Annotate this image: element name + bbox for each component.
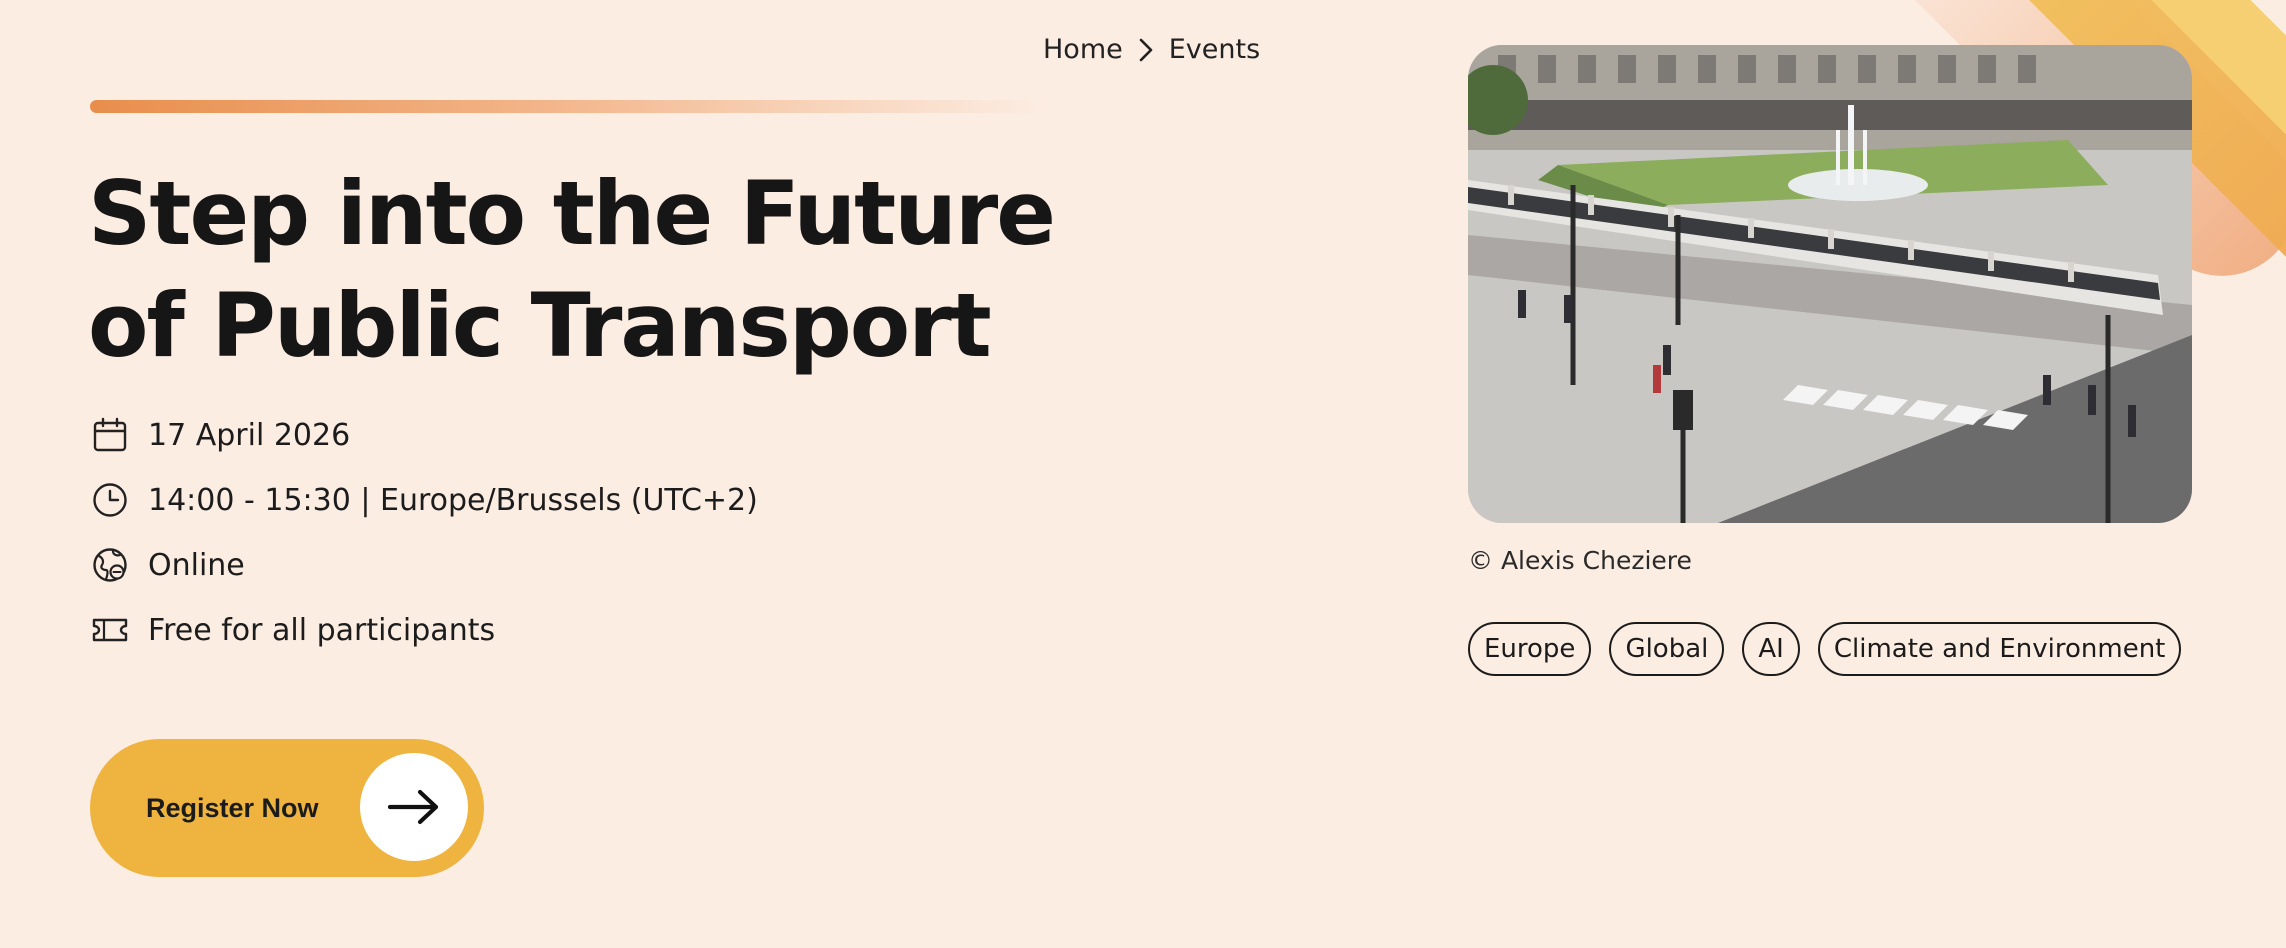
calendar-icon (90, 415, 130, 455)
page-title-line2: of Public Transport (88, 274, 992, 377)
tag-climate-and-environment[interactable]: Climate and Environment (1817, 622, 2182, 676)
event-location-text: Online (148, 547, 245, 583)
page-title: Step into the Future of Public Transport (88, 158, 1138, 382)
register-now-button[interactable]: Register Now (90, 739, 484, 877)
topic-tags: Europe Global AI Climate and Environment (1468, 622, 2182, 676)
ticket-icon (90, 610, 130, 650)
page-title-line1: Step into the Future (88, 162, 1056, 265)
clock-icon (90, 480, 130, 520)
event-time-text: 14:00 - 15:30 | Europe/Brussels (UTC+2) (148, 482, 758, 518)
tag-europe[interactable]: Europe (1468, 622, 1592, 676)
register-now-label: Register Now (146, 792, 319, 823)
photo-credit: © Alexis Cheziere (1468, 546, 1692, 575)
arrow-circle (360, 753, 468, 861)
chevron-right-icon (1137, 38, 1155, 62)
tag-global[interactable]: Global (1609, 622, 1725, 676)
arrow-right-icon (387, 789, 439, 825)
tag-ai[interactable]: AI (1742, 622, 1800, 676)
event-photo (1468, 45, 2192, 523)
event-meta: 17 April 2026 14:00 - 15:30 | Europe/Bru… (90, 415, 758, 675)
event-price: Free for all participants (90, 610, 758, 650)
event-price-text: Free for all participants (148, 612, 496, 648)
event-date-text: 17 April 2026 (148, 417, 351, 453)
breadcrumb: Home Events (1043, 34, 1260, 65)
breadcrumb-home-link[interactable]: Home (1043, 34, 1123, 65)
event-location: Online (90, 545, 758, 585)
globe-icon (90, 545, 130, 585)
event-time: 14:00 - 15:30 | Europe/Brussels (UTC+2) (90, 480, 758, 520)
accent-line (90, 100, 1050, 113)
event-date: 17 April 2026 (90, 415, 758, 455)
breadcrumb-events-link[interactable]: Events (1169, 34, 1260, 65)
